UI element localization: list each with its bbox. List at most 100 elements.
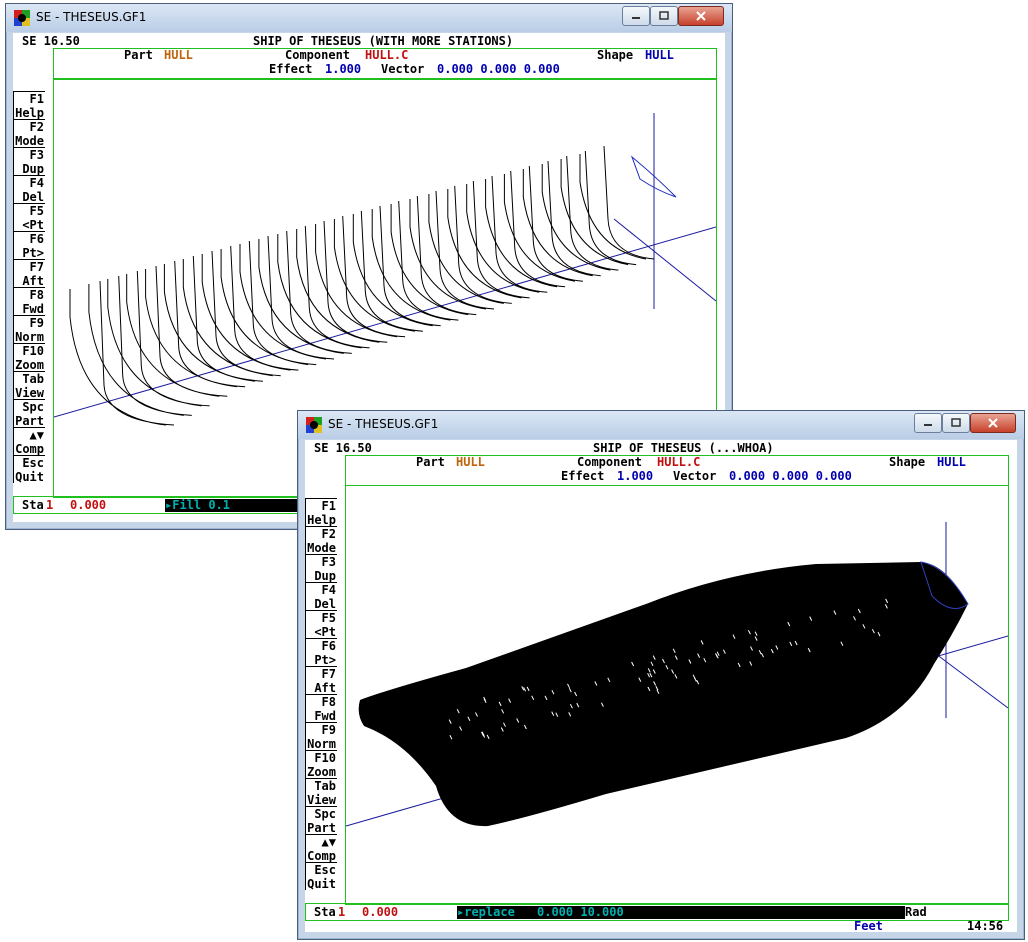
station-outline xyxy=(428,185,512,304)
station-outline xyxy=(145,260,246,388)
fkey-aft[interactable]: F7 Aft xyxy=(305,666,337,695)
fkey-pt[interactable]: F6 Pt> xyxy=(13,231,45,260)
station-outline xyxy=(296,220,388,343)
component-label: Component xyxy=(577,455,643,469)
minimize-button[interactable] xyxy=(914,413,942,433)
fkey-pt[interactable]: F6 Pt> xyxy=(305,638,337,667)
station-outline xyxy=(466,175,548,293)
fkey-del[interactable]: F4 Del xyxy=(13,175,45,204)
fkey-label: Quit xyxy=(15,470,44,484)
shape-value: HULL xyxy=(937,455,966,469)
title-bar[interactable]: SE - THESEUS.GF1 xyxy=(298,411,1024,439)
fkey-fwd[interactable]: F8 Fwd xyxy=(13,287,45,316)
station-outline xyxy=(277,225,370,349)
fkey-help[interactable]: F1 Help xyxy=(305,498,337,527)
fkey-quit[interactable]: Esc Quit xyxy=(305,862,337,891)
maximize-icon xyxy=(659,11,669,20)
effect-label: Effect xyxy=(269,62,313,76)
vector-value: 0.000 0.000 0.000 xyxy=(437,62,560,76)
fkey-key: Esc xyxy=(22,456,44,470)
station-outline xyxy=(107,270,210,407)
command-text: ▸replace xyxy=(457,905,515,919)
maximize-button[interactable] xyxy=(650,6,678,26)
maximize-icon xyxy=(951,418,961,427)
fkey-key: Tab xyxy=(22,372,44,386)
fkey-key: F7 xyxy=(29,260,44,274)
station-label: Sta xyxy=(22,498,44,512)
fkey-view[interactable]: Tab View xyxy=(13,371,45,400)
fkey-key: F4 xyxy=(321,583,336,597)
fkey-del[interactable]: F4 Del xyxy=(305,582,337,611)
fkey-zoom[interactable]: F10 Zoom xyxy=(305,750,337,779)
fkey-key: F3 xyxy=(321,555,336,569)
close-button[interactable] xyxy=(970,413,1016,433)
component-label: Component xyxy=(285,48,351,62)
fkey-mode[interactable]: F2 Mode xyxy=(305,526,337,555)
fkey-key: F8 xyxy=(29,288,44,302)
window-title: SE - THESEUS.GF1 xyxy=(36,10,147,24)
fkey-comp[interactable]: ▲▼ Comp xyxy=(305,834,337,863)
fkey-zoom[interactable]: F10 Zoom xyxy=(13,343,45,372)
fkey-norm[interactable]: F9 Norm xyxy=(13,315,45,344)
station-outline xyxy=(503,165,583,282)
vector-value: 0.000 0.000 0.000 xyxy=(729,469,852,483)
station-outline xyxy=(352,205,441,327)
fkey-key: F9 xyxy=(29,316,44,330)
window-2[interactable]: SE - THESEUS.GF1 SE 16.50 SHIP OF THESEU… xyxy=(297,410,1025,940)
close-button[interactable] xyxy=(678,6,724,26)
effect-label: Effect xyxy=(561,469,605,483)
fkey-key: F8 xyxy=(321,695,336,709)
minimize-icon xyxy=(924,424,932,426)
effect-value: 1.000 xyxy=(617,469,654,483)
station-value: 0.000 xyxy=(70,498,107,512)
part-label: Part xyxy=(416,455,445,469)
station-outline xyxy=(390,195,477,316)
app-icon xyxy=(306,417,322,433)
title-bar[interactable]: SE - THESEUS.GF1 xyxy=(6,4,732,32)
fkey-aft[interactable]: F7 Aft xyxy=(13,259,45,288)
command-line[interactable] xyxy=(457,906,905,919)
fkey-key: Esc xyxy=(314,863,336,877)
station-value: 0.000 xyxy=(362,905,399,919)
fkey-dup[interactable]: F3 Dup xyxy=(13,147,45,176)
station-outline xyxy=(409,190,495,310)
fkey-view[interactable]: Tab View xyxy=(305,778,337,807)
fkey-fwd[interactable]: F8 Fwd xyxy=(305,694,337,723)
part-label: Part xyxy=(124,48,153,62)
fkey-key: ▲▼ xyxy=(321,835,336,849)
shape-label: Shape xyxy=(889,455,926,469)
fkey-dup[interactable]: F3 Dup xyxy=(305,554,337,583)
component-value: HULL.C xyxy=(657,455,701,469)
fkey-key: F1 xyxy=(321,499,336,513)
vector-label: Vector xyxy=(673,469,717,483)
minimize-icon xyxy=(632,17,640,19)
fkey-pt[interactable]: F5 <Pt xyxy=(305,610,337,639)
maximize-button[interactable] xyxy=(942,413,970,433)
minimize-button[interactable] xyxy=(622,6,650,26)
effect-value: 1.000 xyxy=(325,62,362,76)
fkey-part[interactable]: Spc Part xyxy=(13,399,45,428)
angle-units: Rad xyxy=(905,905,927,919)
clock: 14:56 xyxy=(967,919,1004,933)
fkey-mode[interactable]: F2 Mode xyxy=(13,119,45,148)
fkey-help[interactable]: F1 Help xyxy=(13,91,45,120)
part-value: HULL xyxy=(164,48,193,62)
hull-dense-wireframe xyxy=(346,522,1008,827)
fkey-key: F5 xyxy=(29,204,44,218)
fkey-comp[interactable]: ▲▼ Comp xyxy=(13,427,45,456)
command-input[interactable]: 0.000 10.000 xyxy=(537,906,624,919)
fkey-norm[interactable]: F9 Norm xyxy=(305,722,337,751)
function-key-panel: F1 Help F2 Mode F3 Dup F4 Del F5 <Pt F6 Pt> F7 Aft F8 F… xyxy=(305,498,337,891)
fkey-quit[interactable]: Esc Quit xyxy=(13,455,45,484)
station-outline xyxy=(371,200,459,321)
fkey-part[interactable]: Spc Part xyxy=(305,806,337,835)
station-outline xyxy=(560,150,637,266)
fkey-key: F9 xyxy=(321,723,336,737)
close-icon xyxy=(988,418,998,428)
fkey-key: F2 xyxy=(29,120,44,134)
station-index: 1 xyxy=(338,905,346,919)
fkey-key: F5 xyxy=(321,611,336,625)
station-index: 1 xyxy=(46,498,54,512)
fkey-key: Spc xyxy=(22,400,44,414)
fkey-pt[interactable]: F5 <Pt xyxy=(13,203,45,232)
